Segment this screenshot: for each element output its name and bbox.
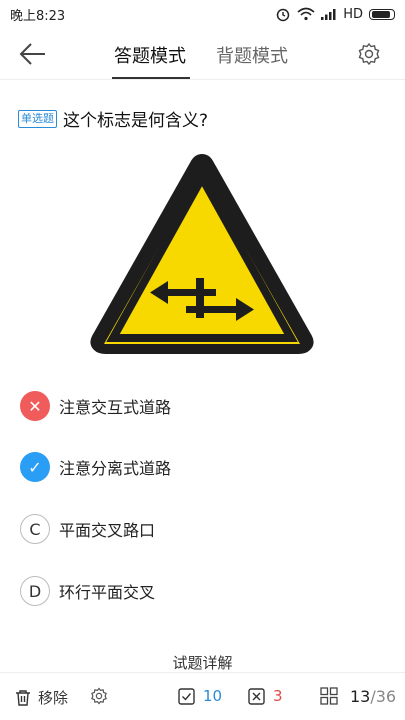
traffic-sign-image	[90, 154, 314, 354]
correct-count-value: 10	[203, 687, 223, 705]
current-question-number: 13	[350, 687, 371, 706]
checkbox-cross-icon	[248, 687, 265, 705]
question-list-button[interactable]	[320, 687, 338, 705]
option-letter: D	[20, 576, 50, 606]
option-c[interactable]: C 平面交叉路口	[20, 513, 380, 545]
settings-gear-icon[interactable]	[357, 42, 381, 66]
grid-icon	[320, 687, 338, 705]
correct-count[interactable]: 10	[178, 687, 222, 705]
tab-recite-mode[interactable]: 背题模式	[216, 42, 288, 68]
option-text: 环行平面交叉	[59, 583, 156, 602]
checkbox-check-icon	[178, 687, 195, 705]
status-bar: 晚上8:23 HD	[0, 0, 405, 28]
bottom-bar: 移除 10 3 13 /36	[0, 672, 405, 720]
tab-answer-mode[interactable]: 答题模式	[114, 42, 186, 68]
network-type: HD	[343, 6, 363, 22]
remove-button[interactable]: 移除	[14, 687, 68, 708]
option-b[interactable]: ✓ 注意分离式道路	[20, 451, 380, 483]
total-question-count: /36	[370, 687, 397, 706]
correct-check-icon: ✓	[20, 452, 50, 482]
option-text: 注意交互式道路	[59, 398, 172, 417]
signal-icon	[321, 9, 336, 20]
wrong-count[interactable]: 3	[248, 687, 283, 705]
option-d[interactable]: D 环行平面交叉	[20, 575, 380, 607]
header: 答题模式 背题模式	[0, 28, 405, 80]
gear-icon	[91, 687, 107, 705]
trash-icon	[16, 689, 30, 706]
status-time: 晚上8:23	[10, 8, 66, 24]
remove-label: 移除	[38, 689, 69, 707]
back-arrow-icon[interactable]	[18, 40, 48, 68]
battery-icon	[369, 8, 395, 20]
active-tab-indicator	[112, 77, 190, 79]
option-a[interactable]: ✕ 注意交互式道路	[20, 390, 380, 422]
wrong-count-value: 3	[273, 687, 283, 705]
option-text: 注意分离式道路	[59, 459, 172, 478]
status-icons: HD	[275, 6, 395, 22]
page: 晚上8:23 HD 答题模式 背题模式 单选题 这个标志是何含义? ✕ 注意交互…	[0, 0, 405, 720]
question-type-badge: 单选题	[18, 109, 57, 128]
question-text: 这个标志是何含义?	[63, 111, 209, 131]
detail-section-title: 试题详解	[172, 654, 233, 672]
question-progress: 13/36	[350, 687, 396, 706]
alarm-icon	[276, 8, 290, 22]
bottom-settings-button[interactable]	[90, 687, 108, 705]
option-letter: C	[20, 514, 50, 544]
wifi-icon	[297, 7, 315, 21]
option-text: 平面交叉路口	[59, 521, 156, 540]
wrong-mark-icon: ✕	[20, 391, 50, 421]
question-row: 单选题 这个标志是何含义?	[18, 106, 208, 131]
